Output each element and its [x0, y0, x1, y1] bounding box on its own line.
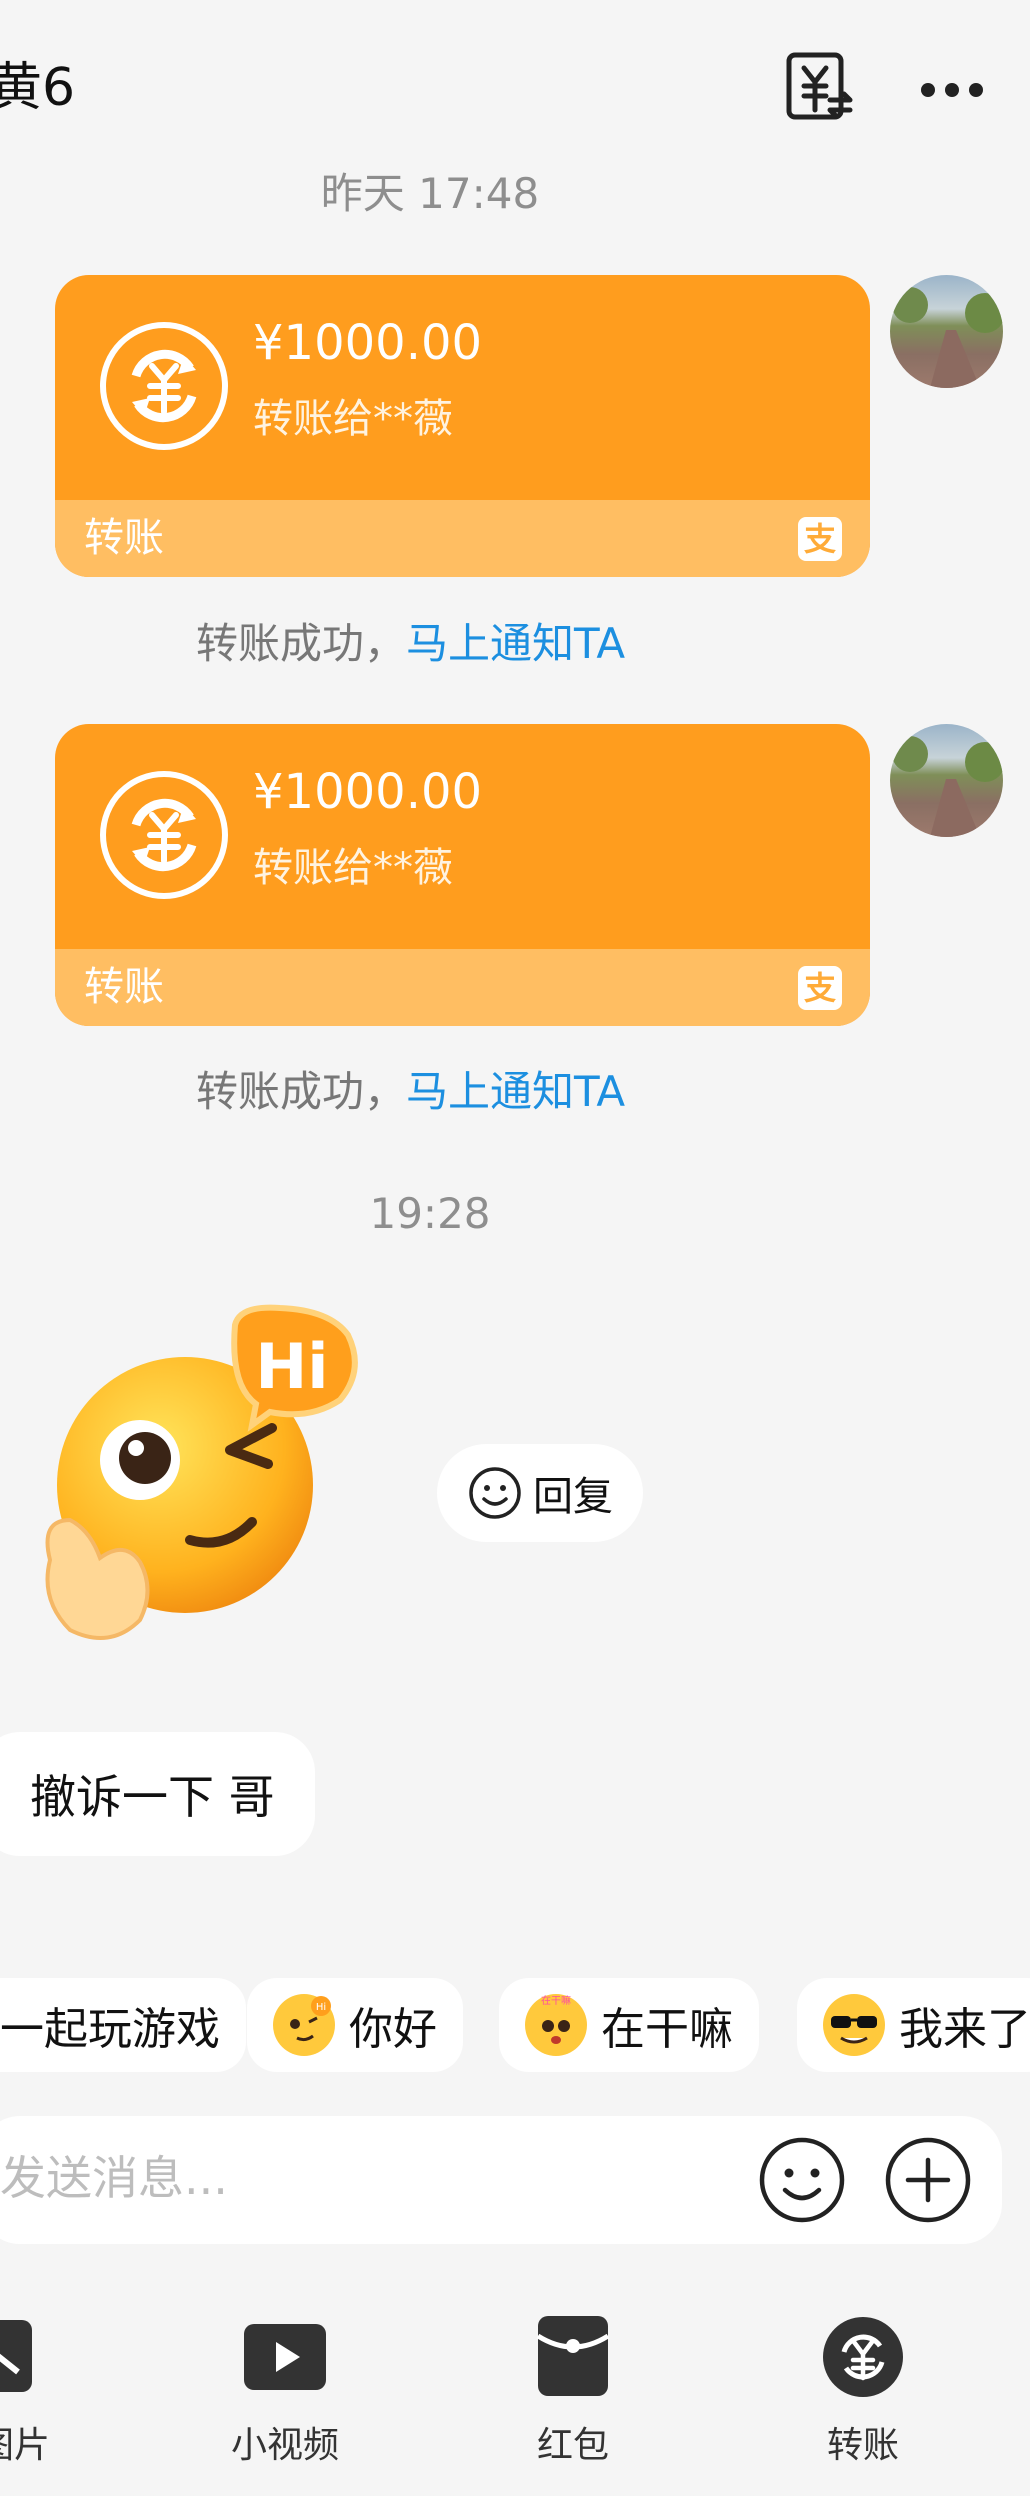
message-input[interactable]: 发送消息... [0, 2146, 228, 2210]
quick-reply-chip[interactable]: 我来了 [797, 1978, 1030, 2072]
quick-reply-label: 你好 [349, 2004, 437, 2055]
transfer-card[interactable]: ¥1000.00 转账给**薇 转账 支 [55, 275, 870, 577]
avatar[interactable] [890, 724, 1003, 837]
quick-reply-chip[interactable]: 一起玩游戏 [0, 1978, 246, 2072]
quick-reply-label: 在干嘛 [601, 2004, 733, 2055]
reply-button[interactable]: 回复 [437, 1444, 643, 1542]
transfer-card[interactable]: ¥1000.00 转账给**薇 转账 支 [55, 724, 870, 1026]
transfer-footer-label: 转账 [84, 964, 164, 1010]
tool-label-video: 小视频 [230, 2425, 339, 2466]
quick-reply-label: 我来了 [899, 2004, 1030, 2055]
transfer-recipient: 转账给**薇 [253, 396, 453, 442]
transfer-status-text: 转账成功， [196, 619, 407, 668]
transfer-tool-button[interactable] [820, 2314, 906, 2400]
notify-link[interactable]: 马上通知TA [406, 619, 625, 668]
video-icon [244, 2324, 326, 2390]
image-icon [0, 2320, 32, 2392]
cool-sunglasses-emoji-icon [823, 1994, 885, 2056]
red-packet-icon [536, 2316, 610, 2396]
video-tool-button[interactable] [242, 2320, 328, 2394]
quick-reply-chip[interactable]: 在干嘛 在干嘛 [499, 1978, 759, 2072]
more-dots-icon[interactable] [920, 70, 984, 110]
transfer-card-footer: 转账 支 [55, 500, 870, 577]
smiley-icon [469, 1467, 521, 1519]
transfer-recipient: 转账给**薇 [253, 845, 453, 891]
photo-tool-button[interactable] [0, 2316, 40, 2396]
add-button[interactable] [884, 2136, 972, 2224]
transfer-card-footer: 转账 支 [55, 949, 870, 1026]
quick-reply-label: 一起玩游戏 [0, 2004, 220, 2055]
alipay-icon: 支 [798, 517, 842, 561]
transfer-status: 转账成功，马上通知TA [196, 1064, 625, 1120]
message-bubble[interactable]: 撤诉一下 哥 [0, 1732, 315, 1856]
quick-reply-chip[interactable]: Hi 你好 [247, 1978, 463, 2072]
transfer-coin-icon [100, 322, 228, 450]
alipay-icon: 支 [798, 966, 842, 1010]
emoji-button[interactable] [758, 2136, 846, 2224]
transfer-coin-icon [100, 771, 228, 899]
chat-title: 黄6 [0, 58, 76, 118]
tool-label-photo: 图片 [0, 2425, 50, 2466]
wink-emoji-icon: Hi [273, 1994, 335, 2056]
red-packet-tool-button[interactable] [536, 2314, 610, 2398]
tool-label-red-packet: 红包 [536, 2425, 609, 2466]
transfer-amount: ¥1000.00 [253, 315, 483, 371]
notify-link[interactable]: 马上通知TA [406, 1067, 625, 1116]
avatar[interactable] [890, 275, 1003, 388]
hi-wink-emoji-sticker[interactable]: Hi [30, 1300, 390, 1660]
timestamp: 昨天 17:48 [320, 169, 540, 218]
transfer-status-text: 转账成功， [196, 1067, 407, 1116]
quick-reply-emoji-badge: 在干嘛 [541, 1994, 571, 2007]
transfer-amount: ¥1000.00 [253, 764, 483, 820]
message-input-bar: 发送消息... [0, 2116, 1002, 2244]
timestamp: 19:28 [369, 1189, 491, 1238]
tool-label-transfer: 转账 [826, 2425, 899, 2466]
sticker-hi-text: Hi [255, 1330, 328, 1403]
transfer-footer-label: 转账 [84, 515, 164, 561]
transfer-status: 转账成功，马上通知TA [196, 616, 625, 672]
yuan-transfer-icon[interactable] [784, 50, 856, 122]
surprised-emoji-icon: 在干嘛 [525, 1994, 587, 2056]
transfer-coin-icon [823, 2317, 903, 2397]
quick-reply-emoji-badge: Hi [316, 2002, 326, 2013]
reply-label: 回复 [533, 1474, 613, 1520]
